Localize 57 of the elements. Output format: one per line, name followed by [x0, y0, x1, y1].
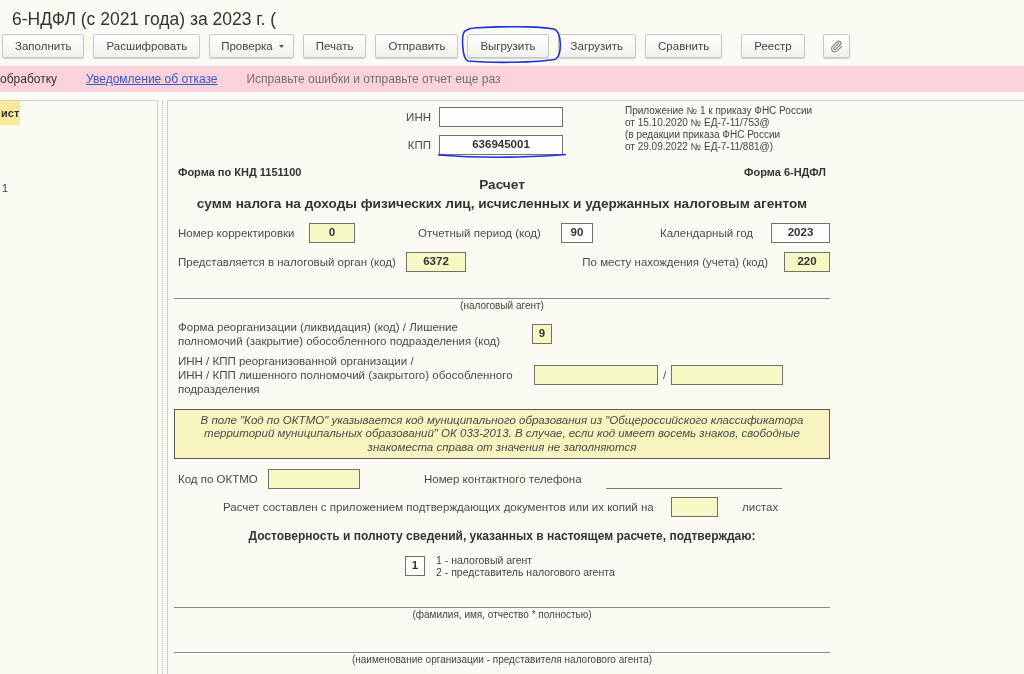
input-field[interactable]: 6372 [406, 252, 466, 272]
form-name: Форма 6-НДФЛ [744, 166, 826, 178]
form-code: Форма по КНД 1151100 [178, 166, 302, 178]
field-label: Представляется в налоговый орган (код) [178, 255, 396, 269]
input-field[interactable]: 0 [309, 223, 355, 243]
field-label: Форма реорганизации (ликвидация) (код) / Лишение полномочий (закрытие) обособленного подразделения (код) [178, 320, 501, 348]
input-field[interactable] [534, 365, 658, 385]
navigation-item[interactable]: ист [0, 101, 21, 125]
toolbar-button[interactable]: Расшифровать [93, 34, 201, 58]
toolbar-button[interactable]: Выгрузить [467, 34, 549, 58]
field-label: Код по ОКТМО [178, 472, 258, 486]
field-label: ИНН [406, 110, 431, 124]
field-label: Отчетный период (код) [418, 226, 541, 240]
separator-slash: / [662, 368, 667, 382]
toolbar-button[interactable]: Загрузить [557, 34, 637, 58]
refusal-notice-link[interactable]: Уведомление об отказе [86, 72, 218, 86]
line-caption: (налоговый агент) [460, 301, 544, 311]
input-field[interactable] [671, 365, 783, 385]
field-label: Номер контактного телефона [424, 472, 582, 486]
dropdown-button[interactable]: Проверка [209, 34, 294, 58]
attach-button[interactable] [822, 34, 850, 58]
paperclip-icon [829, 39, 843, 53]
input-field[interactable]: 1 [405, 556, 425, 576]
toolbar-button[interactable]: Сравнить [645, 34, 723, 58]
field-label: По месту нахождения (учета) (код) [582, 255, 768, 269]
order-note: Приложение № 1 к приказу ФНС России от 15.10.2020 № ЕД-7-11/753@ (в редакции приказа ФНС России от 29.09.2022 № ЕД-7-11/881@) [625, 105, 813, 153]
form-title: Расчет [479, 177, 525, 192]
caret-icon [278, 44, 284, 48]
field-label: Расчет составлен с приложением подтверждающих документов или их копий на [223, 500, 654, 514]
toolbar-button[interactable]: Заполнить [2, 34, 85, 58]
option-text: 2 - представитель налогового агента [436, 566, 615, 578]
confirmation-heading: Достоверность и полноту сведений, указанных в настоящем расчете, подтверждаю: [248, 529, 756, 543]
oktmo-note: В поле "Код по ОКТМО" указывается код муниципального образования из "Общероссийского классификатора территорий муниципальных образований" ОК 033-2013. В случае, если код имеет восемь знаков, свободные знакоместа справа от значения не заполняются [199, 413, 805, 455]
input-field[interactable]: 636945001 [439, 135, 563, 155]
input-field[interactable]: 220 [784, 252, 830, 272]
input-field[interactable]: 2023 [771, 223, 830, 243]
toolbar-button[interactable]: Отправить [375, 34, 459, 58]
navigation-item[interactable]: 1 [0, 181, 11, 195]
notification-message: Исправьте ошибки и отправьте отчет еще раз [246, 72, 501, 86]
input-field[interactable]: 9 [532, 324, 552, 344]
window-title: 6-НДФЛ (с 2021 года) за 2023 г. ( [12, 8, 277, 30]
field-label: Календарный год [660, 226, 754, 240]
field-label: Номер корректировки [178, 226, 295, 240]
line-caption: (наименование организации - представителя налогового агента) [351, 655, 653, 665]
line-caption: (фамилия, имя, отчество * полностью) [412, 610, 592, 620]
field-label: листах [742, 500, 779, 514]
form-subtitle: сумм налога на доходы физических лиц, исчисленных и удержанных налоговым агентом [196, 196, 808, 211]
input-field[interactable] [268, 469, 360, 489]
input-field[interactable]: 90 [561, 223, 593, 243]
field-label: КПП [407, 138, 431, 152]
option-text: 1 - налоговый агент [436, 554, 533, 566]
toolbar-button[interactable]: Реестр [741, 34, 805, 58]
toolbar-button[interactable]: Печать [302, 34, 367, 58]
input-field[interactable] [671, 497, 718, 517]
field-label: ИНН / КПП реорганизованной организации / ИНН / КПП лишенного полномочий (закрытого) обособленного подразделения [178, 354, 513, 396]
input-field[interactable] [439, 107, 563, 127]
status-text: обработку [0, 72, 58, 86]
